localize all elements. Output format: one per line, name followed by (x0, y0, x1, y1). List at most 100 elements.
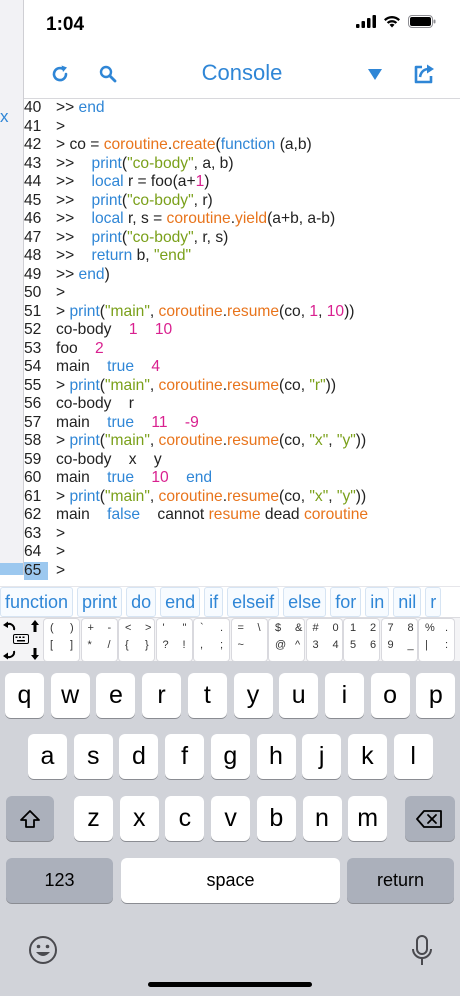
suggestion-end[interactable]: end (160, 587, 201, 617)
code-token: , (149, 432, 159, 449)
return-key[interactable]: return (347, 858, 454, 903)
code-token: end (78, 99, 105, 116)
key-b[interactable]: b (256, 796, 296, 841)
backspace-key[interactable] (405, 796, 455, 841)
suggestion-nil[interactable]: nil (393, 587, 422, 617)
symbol-key[interactable]: () [] (44, 619, 79, 661)
key-j[interactable]: j (302, 734, 342, 779)
symbol-key[interactable]: ' "?! (156, 619, 192, 661)
code-token: print (91, 228, 122, 246)
code-token: >> (56, 210, 92, 227)
key-w[interactable]: w (50, 673, 90, 718)
key-m[interactable]: m (348, 796, 388, 841)
symbol-glyph: } (145, 638, 149, 651)
code-token: >> (56, 265, 79, 283)
code-token: (a+b, a-b) (267, 210, 336, 227)
suggestion-elseif[interactable]: elseif (227, 587, 280, 617)
code-token: >> (56, 247, 92, 264)
shift-icon (20, 809, 40, 828)
code-token: coroutine (158, 376, 223, 394)
key-h[interactable]: h (256, 734, 296, 779)
code-token: , r, s) (193, 228, 229, 246)
key-v[interactable]: v (211, 796, 251, 841)
key-r[interactable]: r (142, 673, 182, 718)
symbol-glyph: ; (220, 638, 224, 651)
code-token: (a,b) (275, 136, 312, 153)
key-i[interactable]: i (324, 673, 364, 718)
key-n[interactable]: n (302, 796, 342, 841)
key-z[interactable]: z (74, 796, 113, 841)
dropdown-button[interactable] (361, 60, 389, 88)
code-token: > (56, 302, 70, 320)
suggestion-else[interactable]: else (283, 587, 327, 617)
key-y[interactable]: y (233, 673, 273, 718)
code-token: , (149, 376, 159, 394)
symbol-key[interactable]: + - * / (81, 619, 117, 661)
suggestion-for[interactable]: for (330, 587, 362, 617)
symbol-key[interactable]: 7 8 9 _ (381, 619, 417, 661)
symbol-key[interactable]: 1256 (344, 619, 379, 661)
numbers-key[interactable]: 123 (6, 858, 113, 903)
key-e[interactable]: e (96, 673, 136, 718)
suggestion-function[interactable]: function (0, 587, 74, 617)
key-g[interactable]: g (210, 734, 250, 779)
line-number: 65 (24, 561, 48, 580)
arrow-down-icon[interactable] (30, 647, 40, 661)
code-token: main (56, 506, 108, 523)
key-t[interactable]: t (187, 673, 227, 718)
suggestion-print[interactable]: print (77, 587, 123, 617)
redo-icon[interactable] (2, 647, 16, 661)
suggestion-do[interactable]: do (126, 587, 157, 617)
key-f[interactable]: f (165, 734, 205, 779)
symbol-glyph: _ (407, 638, 414, 651)
line-code: >> print("co-body", r) (56, 192, 213, 211)
console-output[interactable]: 40 >> end 41 >42 > co = coroutine.create(fun… (24, 99, 460, 583)
keyboard-hide-icon[interactable] (13, 634, 29, 646)
key-o[interactable]: o (370, 673, 410, 718)
key-p[interactable]: p (416, 673, 456, 718)
emoji-button[interactable] (27, 934, 59, 966)
code-token: return (91, 247, 133, 264)
shift-key[interactable] (6, 796, 54, 841)
undo-icon[interactable] (2, 620, 16, 634)
code-token: "end" (153, 247, 192, 264)
close-icon[interactable]: x (0, 107, 9, 127)
key-q[interactable]: q (5, 673, 44, 718)
suggestion-in[interactable]: in (365, 587, 390, 617)
key-x[interactable]: x (119, 796, 159, 841)
code-token: resume (227, 376, 280, 394)
line-number: 53 (24, 339, 42, 357)
key-l[interactable]: l (393, 734, 433, 779)
line-number: 51 (24, 302, 42, 320)
code-token: >> (56, 191, 92, 209)
symbol-key[interactable]: %. |: (419, 619, 454, 661)
symbol-glyph: & (295, 621, 303, 634)
key-a[interactable]: a (28, 734, 67, 779)
suggestion-if[interactable]: if (204, 587, 224, 617)
symbol-key[interactable]: < > {} (119, 619, 154, 661)
suggestion-r[interactable]: r (425, 587, 442, 617)
key-s[interactable]: s (73, 734, 113, 779)
console-line: 51 > print("main", coroutine.resume(co, 1… (24, 303, 460, 322)
line-code: >> end (56, 99, 105, 118)
share-button[interactable] (410, 60, 438, 88)
key-d[interactable]: d (119, 734, 159, 779)
symbol-key[interactable]: = \ ~ (231, 619, 267, 661)
symbol-key[interactable]: #0 3 4 (306, 619, 342, 661)
key-u[interactable]: u (279, 673, 319, 718)
code-token: (co, (279, 376, 310, 394)
space-key[interactable]: space (121, 858, 340, 903)
code-token: > co = (56, 136, 104, 153)
key-c[interactable]: c (165, 796, 205, 841)
symbol-key[interactable]: $ & @ ^ (269, 619, 304, 661)
console-line: 57 main true 11 -9 (24, 414, 460, 433)
key-k[interactable]: k (347, 734, 387, 779)
dictation-button[interactable] (410, 934, 434, 968)
arrow-up-icon[interactable] (30, 619, 40, 633)
battery-icon (408, 15, 436, 28)
line-code: main false cannot resume dead coroutine (56, 506, 368, 525)
symbol-key[interactable]: `.,; (194, 619, 229, 661)
line-code: >> local r, s = coroutine.yield(a+b, a-b… (56, 210, 335, 229)
code-token: resume (208, 506, 261, 523)
